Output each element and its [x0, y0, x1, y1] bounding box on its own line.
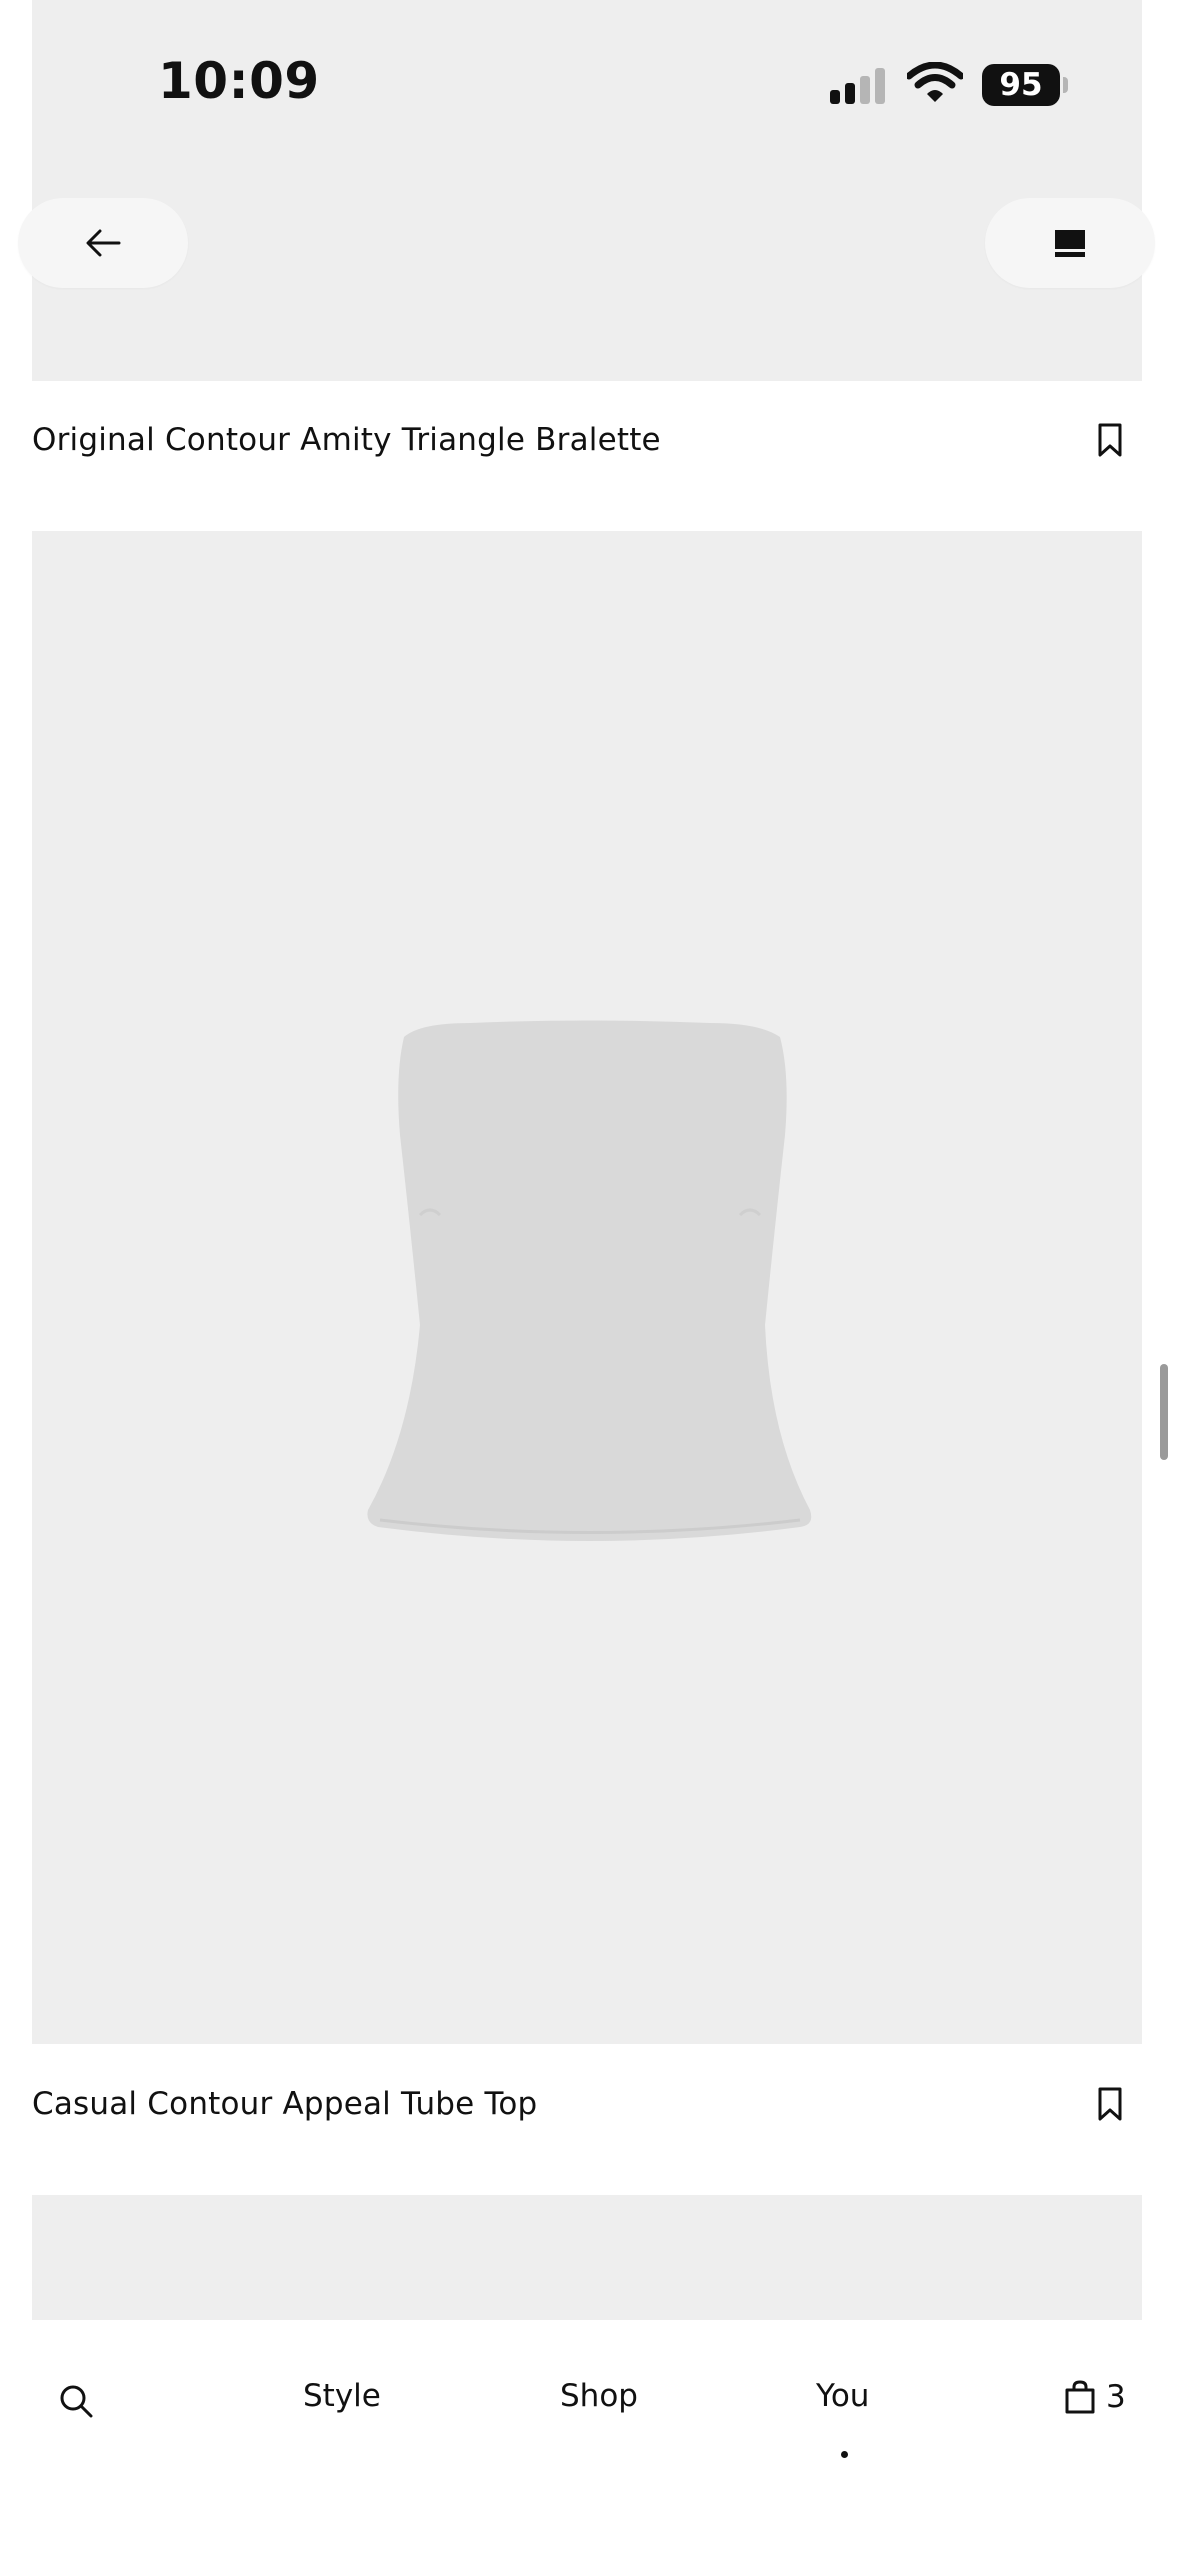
search-button[interactable]: [58, 2383, 94, 2423]
nav-shop[interactable]: Shop: [560, 2378, 638, 2414]
product-caption: Original Contour Amity Triangle Bralette: [32, 405, 1142, 475]
product-title[interactable]: Original Contour Amity Triangle Bralette: [32, 422, 661, 458]
product-title[interactable]: Casual Contour Appeal Tube Top: [32, 2086, 537, 2122]
view-toggle-button[interactable]: [985, 198, 1155, 288]
status-bar: 10:09 95: [0, 0, 1179, 170]
signal-icon: [830, 68, 885, 104]
bookmark-icon: [1098, 2087, 1122, 2121]
back-button[interactable]: [18, 198, 188, 288]
tube-top-image: [367, 1020, 812, 1541]
active-indicator-dot: [841, 2451, 848, 2458]
product-caption: Casual Contour Appeal Tube Top: [32, 2069, 1142, 2139]
status-time: 10:09: [158, 52, 320, 110]
bottom-nav: [0, 2320, 1179, 2560]
wifi-icon: [907, 62, 963, 102]
bag-count: 3: [1106, 2379, 1126, 2415]
shopping-bag-icon: [1065, 2380, 1095, 2414]
arrow-left-icon: [86, 229, 121, 257]
bookmark-button[interactable]: [1090, 420, 1130, 460]
battery-nub: [1063, 77, 1068, 93]
nav-style[interactable]: Style: [303, 2378, 381, 2414]
bag-button[interactable]: 3: [1064, 2379, 1126, 2415]
view-toggle-icon: [1055, 230, 1085, 257]
bookmark-icon: [1098, 423, 1122, 457]
battery-icon: 95: [982, 64, 1060, 106]
scroll-indicator[interactable]: [1160, 1364, 1168, 1460]
bookmark-button[interactable]: [1090, 2084, 1130, 2124]
nav-you[interactable]: You: [816, 2378, 869, 2414]
battery-level: 95: [999, 67, 1043, 103]
search-icon: [60, 2385, 93, 2418]
